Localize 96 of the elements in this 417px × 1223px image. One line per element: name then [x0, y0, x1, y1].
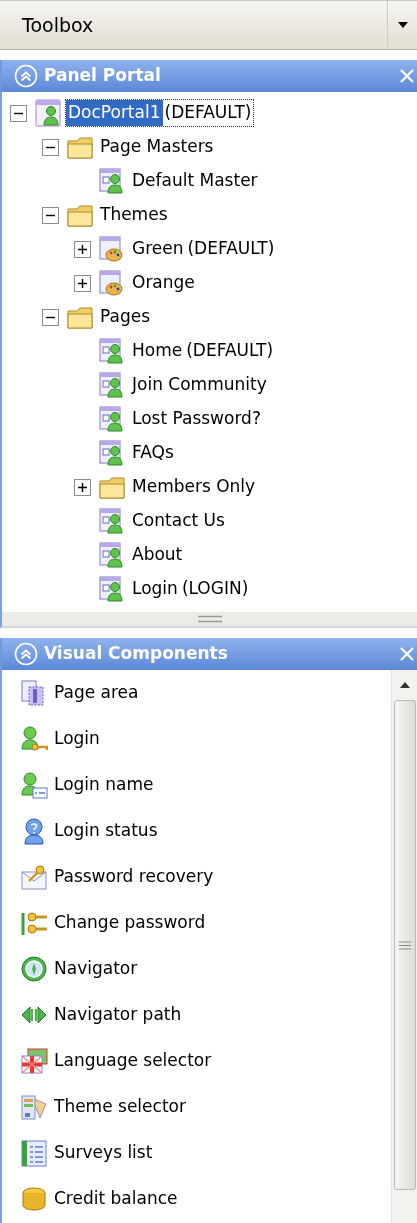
component-item[interactable]: Navigator path: [20, 992, 391, 1038]
tree-item[interactable]: Join Community: [2, 368, 417, 402]
scrollbar[interactable]: [391, 670, 417, 1223]
component-label: Surveys list: [54, 1141, 153, 1165]
list-icon: [20, 1139, 48, 1167]
tree-item-label: Login: [131, 578, 179, 599]
page-user-icon: [98, 574, 126, 604]
tree-item[interactable]: DocPortal1 (DEFAULT): [2, 96, 417, 130]
scrollbar-thumb[interactable]: [393, 700, 416, 1190]
component-item[interactable]: Password recovery: [20, 854, 391, 900]
tree-item[interactable]: FAQs: [2, 436, 417, 470]
page-user-icon: [98, 438, 126, 468]
collapse-toggle-icon[interactable]: [9, 104, 27, 122]
collapse-icon[interactable]: [14, 64, 38, 88]
tree-item-label: Orange: [131, 272, 196, 293]
tree-item-tag: (DEFAULT): [184, 340, 276, 361]
envelope-key-icon: [20, 863, 48, 891]
tree-item-label: FAQs: [131, 442, 175, 463]
tree-item-label: DocPortal1: [66, 100, 163, 126]
tree-item[interactable]: Home (DEFAULT): [2, 334, 417, 368]
grip-icon: [197, 615, 222, 623]
component-item[interactable]: Navigator: [20, 946, 391, 992]
component-label: Login: [54, 727, 100, 751]
tree-item[interactable]: Default Master: [2, 164, 417, 198]
component-label: Navigator path: [54, 1003, 182, 1027]
tree-item-label: Default Master: [131, 170, 259, 191]
palette-page-icon: [98, 268, 126, 298]
flag-icon: [20, 1047, 48, 1075]
tree-item-label: Members Only: [131, 476, 257, 497]
keys-icon: [20, 909, 48, 937]
page-user-icon: [98, 506, 126, 536]
collapse-icon[interactable]: [14, 642, 38, 666]
component-item[interactable]: Change password: [20, 900, 391, 946]
tree-item[interactable]: Contact Us: [2, 504, 417, 538]
page-user-icon: [98, 404, 126, 434]
component-item[interactable]: Login status: [20, 808, 391, 854]
panel-title: Visual Components: [44, 642, 229, 666]
component-label: Login status: [54, 819, 158, 843]
user-card-icon: [20, 771, 48, 799]
component-item[interactable]: Page area: [20, 670, 391, 716]
tree-item-label: Pages: [99, 306, 151, 327]
tree-item-label: Join Community: [130, 374, 268, 395]
tree-item-label: Themes: [99, 204, 169, 225]
user-key-icon: [20, 725, 48, 753]
tree-item-tag: (LOGIN): [179, 578, 251, 599]
collapse-toggle-icon[interactable]: [41, 138, 59, 156]
page-user-icon: [98, 336, 126, 366]
toolbox-title: Toolbox: [22, 12, 95, 38]
tree-item[interactable]: About: [2, 538, 417, 572]
expand-toggle-icon[interactable]: [73, 240, 91, 258]
portal-icon: [34, 98, 62, 128]
tree-item[interactable]: Orange: [2, 266, 417, 300]
component-label: Language selector: [54, 1049, 212, 1073]
caret-icon: [397, 22, 408, 28]
arrow-up-icon: [399, 682, 410, 688]
expand-toggle-icon[interactable]: [73, 478, 91, 496]
swatches-icon: [20, 1093, 48, 1121]
collapse-toggle-icon[interactable]: [41, 308, 59, 326]
coins-icon: [20, 1185, 48, 1213]
expand-toggle-icon[interactable]: [73, 274, 91, 292]
component-label: Page area: [54, 681, 139, 705]
component-item[interactable]: Login: [20, 716, 391, 762]
component-label: Login name: [54, 773, 154, 797]
tree-item-tag: (DEFAULT): [162, 100, 254, 126]
tree-item-label: Lost Password?: [131, 408, 262, 429]
tree-item[interactable]: Green (DEFAULT): [2, 232, 417, 266]
tree-item[interactable]: Page Masters: [2, 130, 417, 164]
tree-item-tag: (DEFAULT): [185, 238, 277, 259]
tree-item[interactable]: Login (LOGIN): [2, 572, 417, 606]
tree-item-label: Green: [131, 238, 185, 259]
page-user-icon: [98, 370, 126, 400]
tree-item[interactable]: Members Only: [2, 470, 417, 504]
palette-page-icon: [98, 234, 126, 264]
grip-icon: [398, 940, 411, 950]
component-label: Change password: [54, 911, 206, 935]
tree-item-label: Page Masters: [99, 136, 215, 157]
component-label: Navigator: [54, 957, 138, 981]
collapse-toggle-icon[interactable]: [41, 206, 59, 224]
tree-item[interactable]: Lost Password?: [2, 402, 417, 436]
tree-item-label: Contact Us: [131, 510, 226, 531]
component-label: Credit balance: [54, 1187, 178, 1211]
component-item[interactable]: Credit balance: [20, 1176, 391, 1222]
component-label: Theme selector: [54, 1095, 186, 1119]
tree-item-label: Home: [131, 340, 184, 361]
component-item[interactable]: Language selector: [20, 1038, 391, 1084]
compass-icon: [20, 955, 48, 983]
component-item[interactable]: Surveys list: [20, 1130, 391, 1176]
component-label: Password recovery: [54, 865, 214, 889]
component-item[interactable]: Login name: [20, 762, 391, 808]
tree-item[interactable]: Pages: [2, 300, 417, 334]
component-item[interactable]: Theme selector: [20, 1084, 391, 1130]
page-user-icon: [98, 166, 126, 196]
tree-item-label: About: [131, 544, 184, 565]
panel-title: Panel Portal: [44, 64, 162, 88]
page-user-icon: [98, 540, 126, 570]
tree-item[interactable]: Themes: [2, 198, 417, 232]
